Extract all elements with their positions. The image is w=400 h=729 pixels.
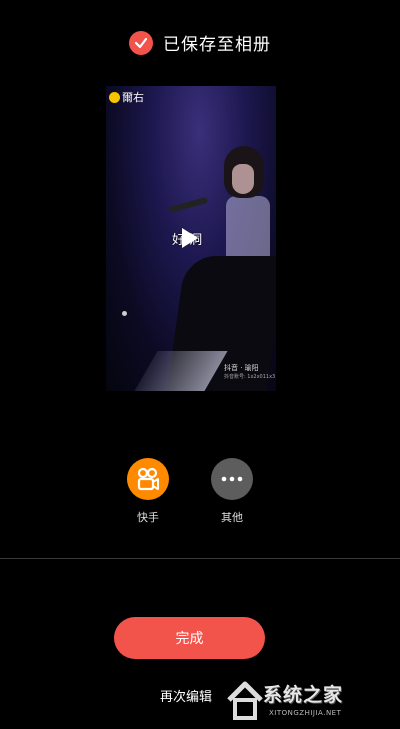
tiktok-label: 抖音 · 瑜阳 xyxy=(224,364,259,372)
saved-status: 已保存至相册 xyxy=(0,30,400,55)
share-kuaishou-button[interactable]: 快手 xyxy=(118,458,178,525)
tiktok-watermark: 抖音 · 瑜阳 抖音账号: 1x2x011x3 xyxy=(224,364,275,382)
play-icon[interactable] xyxy=(182,228,198,248)
divider xyxy=(0,558,400,559)
watermark-title: 系统之家 xyxy=(263,684,344,706)
video-preview[interactable]: 爾右 好 洞 抖音 · 瑜阳 抖音账号: 1x2x011x3 xyxy=(106,86,276,391)
video-badge-text: 爾右 xyxy=(122,91,144,104)
video-frame-detail xyxy=(122,311,127,316)
share-other-button[interactable]: 其他 xyxy=(202,458,262,525)
video-badge: 爾右 xyxy=(109,89,144,105)
share-other-label: 其他 xyxy=(221,511,243,524)
watermark-url: XITONGZHIJIA.NET xyxy=(269,709,342,717)
saved-message: 已保存至相册 xyxy=(163,35,271,55)
done-button[interactable]: 完成 xyxy=(114,617,265,659)
tiktok-id: 抖音账号: 1x2x011x3 xyxy=(224,374,276,380)
more-icon[interactable] xyxy=(211,458,253,500)
video-frame-detail xyxy=(167,196,209,214)
reedit-link[interactable]: 再次编辑 xyxy=(160,686,212,705)
check-icon xyxy=(129,30,153,55)
site-watermark: 系统之家 XITONGZHIJIA.NET xyxy=(225,676,395,724)
badge-icon xyxy=(109,91,120,103)
video-frame-detail xyxy=(232,164,254,194)
house-logo-icon xyxy=(227,681,263,720)
kuaishou-icon[interactable] xyxy=(127,458,169,500)
share-kuaishou-label: 快手 xyxy=(137,511,159,524)
